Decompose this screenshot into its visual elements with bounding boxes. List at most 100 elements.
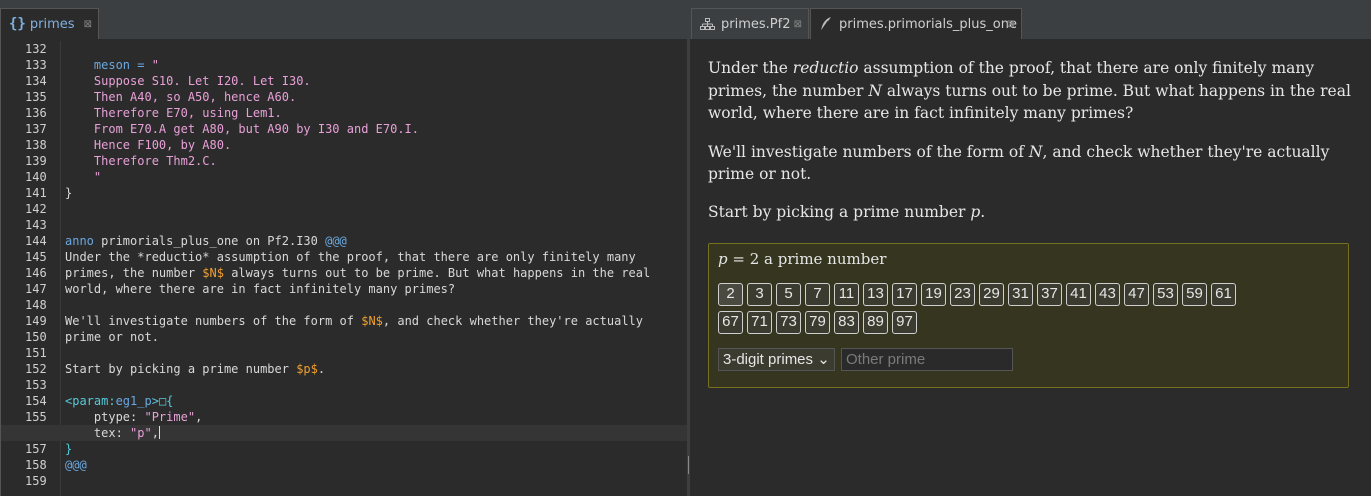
line-number: 158: [25, 458, 47, 472]
prime-button[interactable]: 19: [921, 283, 946, 306]
line-number: 144: [25, 234, 47, 248]
math-p: p: [970, 202, 981, 221]
code-line[interactable]: We'll investigate numbers of the form of…: [65, 313, 687, 329]
code-area[interactable]: meson = " Suppose S10. Let I20. Let I30.…: [1, 41, 687, 489]
prime-button[interactable]: 53: [1153, 283, 1178, 306]
code-line[interactable]: [65, 473, 687, 489]
prime-button[interactable]: 41: [1066, 283, 1091, 306]
prime-button[interactable]: 2: [718, 283, 743, 306]
code-token: "Prime": [144, 410, 196, 424]
code-line[interactable]: ": [65, 169, 687, 185]
math-N: N: [868, 81, 882, 100]
prime-button[interactable]: 97: [892, 311, 917, 334]
prime-button[interactable]: 61: [1211, 283, 1236, 306]
line-number: 153: [25, 378, 47, 392]
code-line[interactable]: }: [65, 185, 687, 201]
code-token: ptype:: [65, 410, 145, 424]
code-token: <param:: [65, 394, 116, 408]
chevron-down-icon: ⌄: [817, 351, 830, 368]
code-line[interactable]: primes, the number $N$ always turns out …: [65, 265, 687, 281]
prime-button[interactable]: 89: [863, 311, 888, 334]
digit-primes-select[interactable]: 3-digit primes ⌄: [718, 348, 835, 371]
code-line[interactable]: [65, 201, 687, 217]
code-line[interactable]: [65, 217, 687, 233]
code-line[interactable]: Suppose S10. Let I20. Let I30.: [65, 73, 687, 89]
close-icon[interactable]: ⊠: [84, 19, 92, 30]
code-token: anno: [65, 234, 102, 248]
line-number: 154: [25, 394, 47, 408]
code-line[interactable]: @@@: [65, 457, 687, 473]
code-token: world, where there are in fact infinitel…: [65, 282, 456, 296]
code-token: {: [166, 394, 174, 408]
code-line[interactable]: }: [65, 441, 687, 457]
prime-button[interactable]: 29: [979, 283, 1004, 306]
code-line[interactable]: ptype: "Prime",: [65, 409, 687, 425]
code-line[interactable]: world, where there are in fact infinitel…: [65, 281, 687, 297]
prime-button[interactable]: 23: [950, 283, 975, 306]
prime-button-grid: 2 3 5 7 11 13 17 19 23 29 31 37 41 43 47 53 59 61 67 71 73 79…: [718, 283, 1338, 339]
tree-icon: [700, 17, 715, 30]
code-token: eg1_p: [115, 394, 152, 408]
code-token: @@@: [65, 458, 87, 472]
prime-button[interactable]: 37: [1037, 283, 1062, 306]
prime-button[interactable]: 43: [1095, 283, 1120, 306]
line-number: 140: [25, 170, 47, 184]
line-number: 145: [25, 250, 47, 264]
code-line[interactable]: prime or not.: [65, 329, 687, 345]
code-line[interactable]: Therefore E70, using Lem1.: [65, 105, 687, 121]
prime-button[interactable]: 31: [1008, 283, 1033, 306]
code-line[interactable]: [65, 41, 687, 57]
code-token: ,: [151, 426, 159, 440]
paragraph-reductio: Under the reductio assumption of the pro…: [708, 59, 1351, 122]
code-line[interactable]: From E70.A get A80, but A90 by I30 and E…: [65, 121, 687, 137]
prime-button[interactable]: 13: [863, 283, 888, 306]
close-icon[interactable]: ⊠: [1007, 19, 1015, 30]
line-number: 157: [25, 442, 47, 456]
prime-button[interactable]: 79: [805, 311, 830, 334]
code-line[interactable]: [65, 297, 687, 313]
prime-button[interactable]: 67: [718, 311, 743, 334]
code-line[interactable]: tex: "p",: [1, 425, 687, 441]
preview-pane: primes.Pf2 ⊠ primes.primorials_plus_one …: [690, 0, 1371, 496]
prime-button[interactable]: 59: [1182, 283, 1207, 306]
code-line[interactable]: [65, 377, 687, 393]
code-token: primorials_plus_one on Pf2.I30: [101, 234, 326, 248]
code-line[interactable]: Therefore Thm2.C.: [65, 153, 687, 169]
code-line[interactable]: [65, 345, 687, 361]
code-token: Suppose S10. Let I20. Let I30.: [65, 74, 311, 88]
line-number: 132: [25, 42, 47, 56]
code-line[interactable]: Under the *reductio* assumption of the p…: [65, 249, 687, 265]
prime-button[interactable]: 83: [834, 311, 859, 334]
prime-button[interactable]: 17: [892, 283, 917, 306]
code-line[interactable]: Then A40, so A50, hence A60.: [65, 89, 687, 105]
prime-button[interactable]: 47: [1124, 283, 1149, 306]
line-number: 141: [25, 186, 47, 200]
line-number: 159: [25, 474, 47, 488]
code-line[interactable]: Hence F100, by A80.: [65, 137, 687, 153]
code-line[interactable]: <param:eg1_p>□{: [65, 393, 687, 409]
code-line[interactable]: anno primorials_plus_one on Pf2.I30 @@@: [65, 233, 687, 249]
tab-primorials-plus-one[interactable]: primes.primorials_plus_one ⊠: [810, 8, 1022, 39]
code-token: Hence F100, by A80.: [65, 138, 232, 152]
splitter-grip-icon[interactable]: [688, 456, 689, 474]
prime-button[interactable]: 73: [776, 311, 801, 334]
line-number: 152: [25, 362, 47, 376]
prime-button[interactable]: 7: [805, 283, 830, 306]
code-editor[interactable]: 132 133 134 135 136 137 138 139 140 141 142 143 144 1…: [0, 39, 687, 496]
preview-tabbar: primes.Pf2 ⊠ primes.primorials_plus_one …: [690, 5, 1371, 39]
param-input-row: 3-digit primes ⌄ Other prime: [718, 348, 1013, 371]
prime-button[interactable]: 5: [776, 283, 801, 306]
param-label: a prime number: [759, 250, 887, 268]
other-prime-input[interactable]: Other prime: [841, 348, 1013, 371]
code-token: Then A40, so A50, hence A60.: [65, 90, 297, 104]
tab-primes[interactable]: {} primes ⊠: [0, 8, 99, 39]
tab-primes-pf2[interactable]: primes.Pf2 ⊠: [691, 8, 809, 39]
line-number: 147: [25, 282, 47, 296]
code-token: meson =: [65, 58, 152, 72]
prime-button[interactable]: 71: [747, 311, 772, 334]
code-line[interactable]: meson = ": [65, 57, 687, 73]
code-line[interactable]: Start by picking a prime number $p$.: [65, 361, 687, 377]
prime-button[interactable]: 3: [747, 283, 772, 306]
prime-button[interactable]: 11: [834, 283, 859, 306]
close-icon[interactable]: ⊠: [794, 19, 802, 30]
